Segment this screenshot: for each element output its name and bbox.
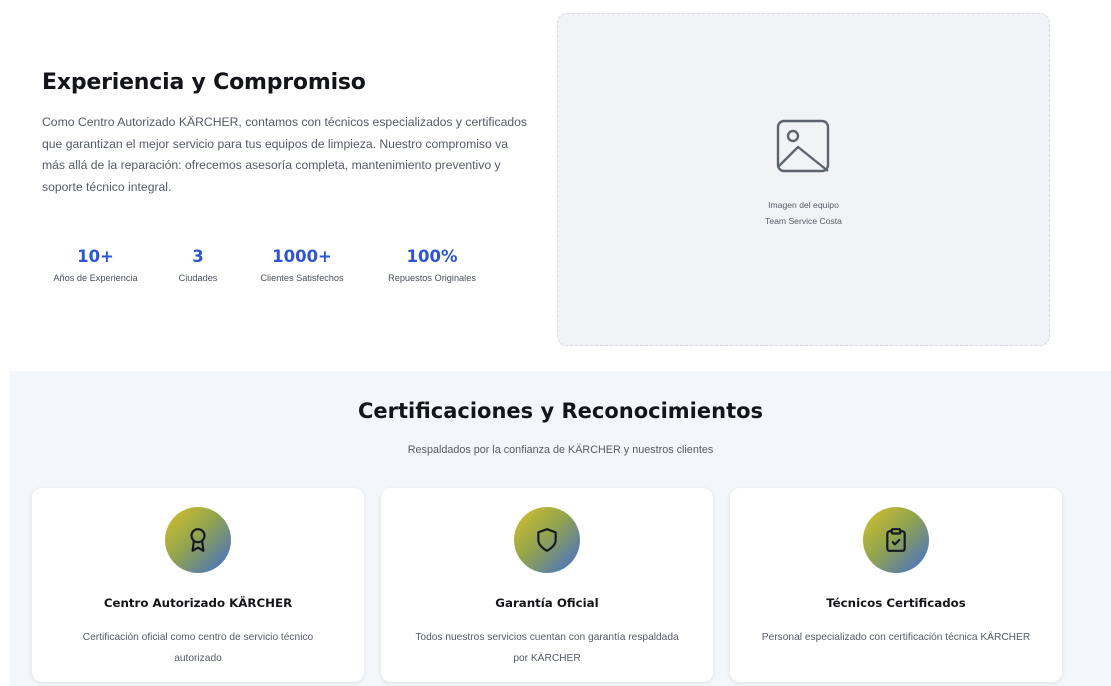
cert-card-title: Centro Autorizado KÄRCHER bbox=[103, 596, 293, 610]
cert-card-title: Técnicos Certificados bbox=[826, 596, 966, 610]
cert-card-description: Certificación oficial como centro de ser… bbox=[82, 632, 314, 664]
stat-value: 10+ bbox=[77, 247, 114, 266]
stat-value: 3 bbox=[192, 247, 204, 266]
stat-label: Años de Experiencia bbox=[53, 273, 138, 283]
clipboard-check-icon bbox=[886, 528, 906, 552]
experience-title: Experiencia y Compromiso bbox=[42, 70, 366, 95]
award-icon bbox=[190, 528, 206, 552]
image-caption-line1: Imagen del equipo bbox=[768, 200, 839, 210]
cert-badge bbox=[863, 507, 929, 573]
stat-value: 100% bbox=[406, 247, 458, 266]
stat-years: 10+ Años de Experiencia bbox=[42, 247, 149, 284]
cert-card-description: Todos nuestros servicios cuentan con gar… bbox=[415, 632, 679, 664]
stat-label: Ciudades bbox=[178, 273, 218, 283]
certifications-subtitle: Respaldados por la confianza de KÄRCHER … bbox=[407, 444, 714, 456]
certifications-title: Certificaciones y Reconocimientos bbox=[357, 399, 764, 423]
stat-original-parts: 100% Repuestos Originales bbox=[374, 247, 490, 284]
image-caption-line2: Team Service Costa bbox=[765, 216, 842, 226]
cert-card-official-warranty: Garantía Oficial Todos nuestros servicio… bbox=[381, 488, 713, 682]
stat-cities: 3 Ciudades bbox=[163, 247, 233, 284]
experience-text-block: Experiencia y Compromiso Como Centro Aut… bbox=[42, 70, 532, 198]
experience-paragraph: Como Centro Autorizado KÄRCHER, contamos… bbox=[42, 115, 528, 194]
stat-label: Clientes Satisfechos bbox=[260, 273, 344, 283]
cert-card-title: Garantía Oficial bbox=[495, 596, 599, 610]
cert-card-certified-technicians: Técnicos Certificados Personal especiali… bbox=[730, 488, 1062, 682]
certifications-section: Certificaciones y Reconocimientos Respal… bbox=[10, 371, 1111, 686]
stat-clients: 1000+ Clientes Satisfechos bbox=[242, 247, 362, 284]
shield-icon bbox=[537, 528, 557, 552]
cert-card-authorized-center: Centro Autorizado KÄRCHER Certificación … bbox=[32, 488, 364, 682]
team-image-placeholder: Imagen del equipo Team Service Costa bbox=[557, 13, 1050, 346]
image-caption: Imagen del equipo Team Service Costa bbox=[558, 197, 1049, 229]
stat-label: Repuestos Originales bbox=[388, 273, 476, 283]
cert-card-description: Personal especializado con certificación… bbox=[761, 632, 1031, 643]
stat-value: 1000+ bbox=[272, 247, 332, 266]
cert-badge bbox=[165, 507, 231, 573]
image-icon bbox=[776, 119, 830, 173]
cert-badge bbox=[514, 507, 580, 573]
